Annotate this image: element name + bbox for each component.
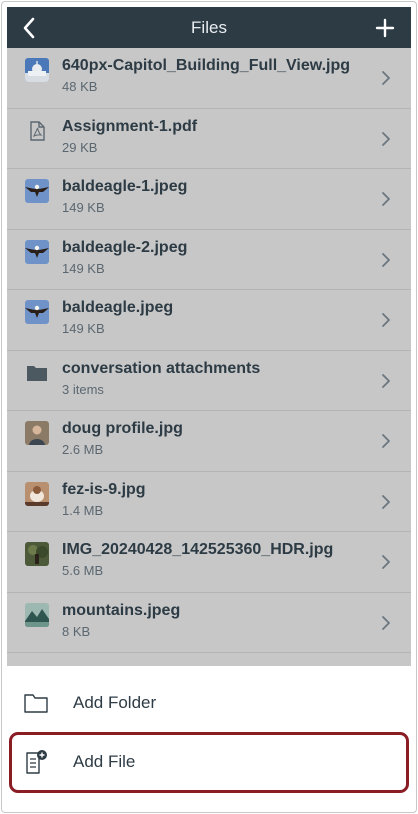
folder-icon: [25, 361, 49, 385]
chevron-right-icon: [382, 373, 390, 388]
file-list: 640px-Capitol_Building_Full_View.jpg 48 …: [7, 48, 411, 653]
add-button[interactable]: [367, 7, 403, 48]
file-size: 48 KB: [62, 79, 98, 94]
navbar: Files: [7, 7, 411, 48]
file-size: 1.4 MB: [62, 502, 104, 518]
file-row-mountains[interactable]: mountains.jpeg 8 KB: [7, 593, 411, 653]
file-row-fez[interactable]: fez-is-9.jpg 1.4 MB: [7, 472, 411, 532]
chevron-right-icon: [382, 494, 390, 509]
chevron-right-icon: [382, 192, 390, 206]
file-name: baldeagle.jpeg: [62, 299, 174, 316]
mountains-thumbnail: [25, 602, 49, 627]
pdf-icon: [25, 119, 49, 143]
file-size: 149 KB: [62, 200, 105, 215]
add-folder-label: Add Folder: [73, 693, 157, 712]
eagle-thumbnail: [25, 239, 49, 264]
file-size: 2.6 MB: [62, 442, 104, 457]
capitol-thumbnail: [25, 58, 49, 82]
chevron-right-icon: [382, 615, 390, 630]
chevron-right-icon: [382, 252, 390, 267]
eagle-thumbnail: [25, 300, 49, 324]
file-size: 5.6 MB: [62, 563, 104, 578]
file-name: IMG_20240428_142525360_HDR.jpg: [62, 541, 334, 558]
file-name: mountains.jpeg: [62, 601, 181, 619]
folder-item-count: 3 items: [62, 381, 104, 397]
add-folder-button[interactable]: Add Folder: [7, 674, 411, 732]
chevron-right-icon: [382, 131, 390, 146]
cat-thumbnail: [25, 481, 49, 506]
add-action-sheet: Add Folder Add File: [7, 666, 411, 807]
chevron-right-icon: [382, 71, 390, 85]
file-row-img-hdr[interactable]: IMG_20240428_142525360_HDR.jpg 5.6 MB: [7, 532, 411, 593]
file-row-doug-profile[interactable]: doug profile.jpg 2.6 MB: [7, 411, 411, 472]
file-name: baldeagle-1.jpeg: [62, 178, 188, 195]
outdoor-thumbnail: [25, 542, 49, 566]
file-row-baldeagle-1[interactable]: baldeagle-1.jpeg 149 KB: [7, 169, 411, 230]
file-size: 29 KB: [62, 139, 98, 155]
file-row-baldeagle[interactable]: baldeagle.jpeg 149 KB: [7, 290, 411, 351]
plus-icon: [375, 18, 395, 37]
chevron-right-icon: [382, 555, 390, 569]
file-name: doug profile.jpg: [62, 420, 183, 437]
folder-row-conversation-attachments[interactable]: conversation attachments 3 items: [7, 351, 411, 411]
chevron-right-icon: [382, 313, 390, 327]
add-file-button[interactable]: Add File: [7, 733, 411, 791]
file-name: Assignment-1.pdf: [62, 117, 198, 135]
folder-outline-icon: [24, 694, 48, 713]
chevron-right-icon: [382, 434, 390, 448]
file-name: 640px-Capitol_Building_Full_View.jpg: [62, 57, 351, 74]
page-title: Files: [191, 18, 227, 37]
eagle-thumbnail: [25, 179, 49, 203]
files-screen: Files 640px-Capitol_Building_Full_View.j…: [7, 7, 411, 666]
person-thumbnail: [25, 421, 49, 445]
file-row-assignment[interactable]: Assignment-1.pdf 29 KB: [7, 109, 411, 169]
add-file-label: Add File: [73, 752, 136, 771]
file-row-baldeagle-2[interactable]: baldeagle-2.jpeg 149 KB: [7, 230, 411, 290]
file-size: 149 KB: [62, 321, 105, 336]
file-name: baldeagle-2.jpeg: [62, 238, 188, 256]
file-size: 149 KB: [62, 260, 105, 276]
add-file-icon: [26, 750, 47, 774]
file-size: 8 KB: [62, 623, 91, 639]
file-name: fez-is-9.jpg: [62, 480, 146, 498]
folder-name: conversation attachments: [62, 359, 261, 377]
file-row-capitol[interactable]: 640px-Capitol_Building_Full_View.jpg 48 …: [7, 48, 411, 109]
